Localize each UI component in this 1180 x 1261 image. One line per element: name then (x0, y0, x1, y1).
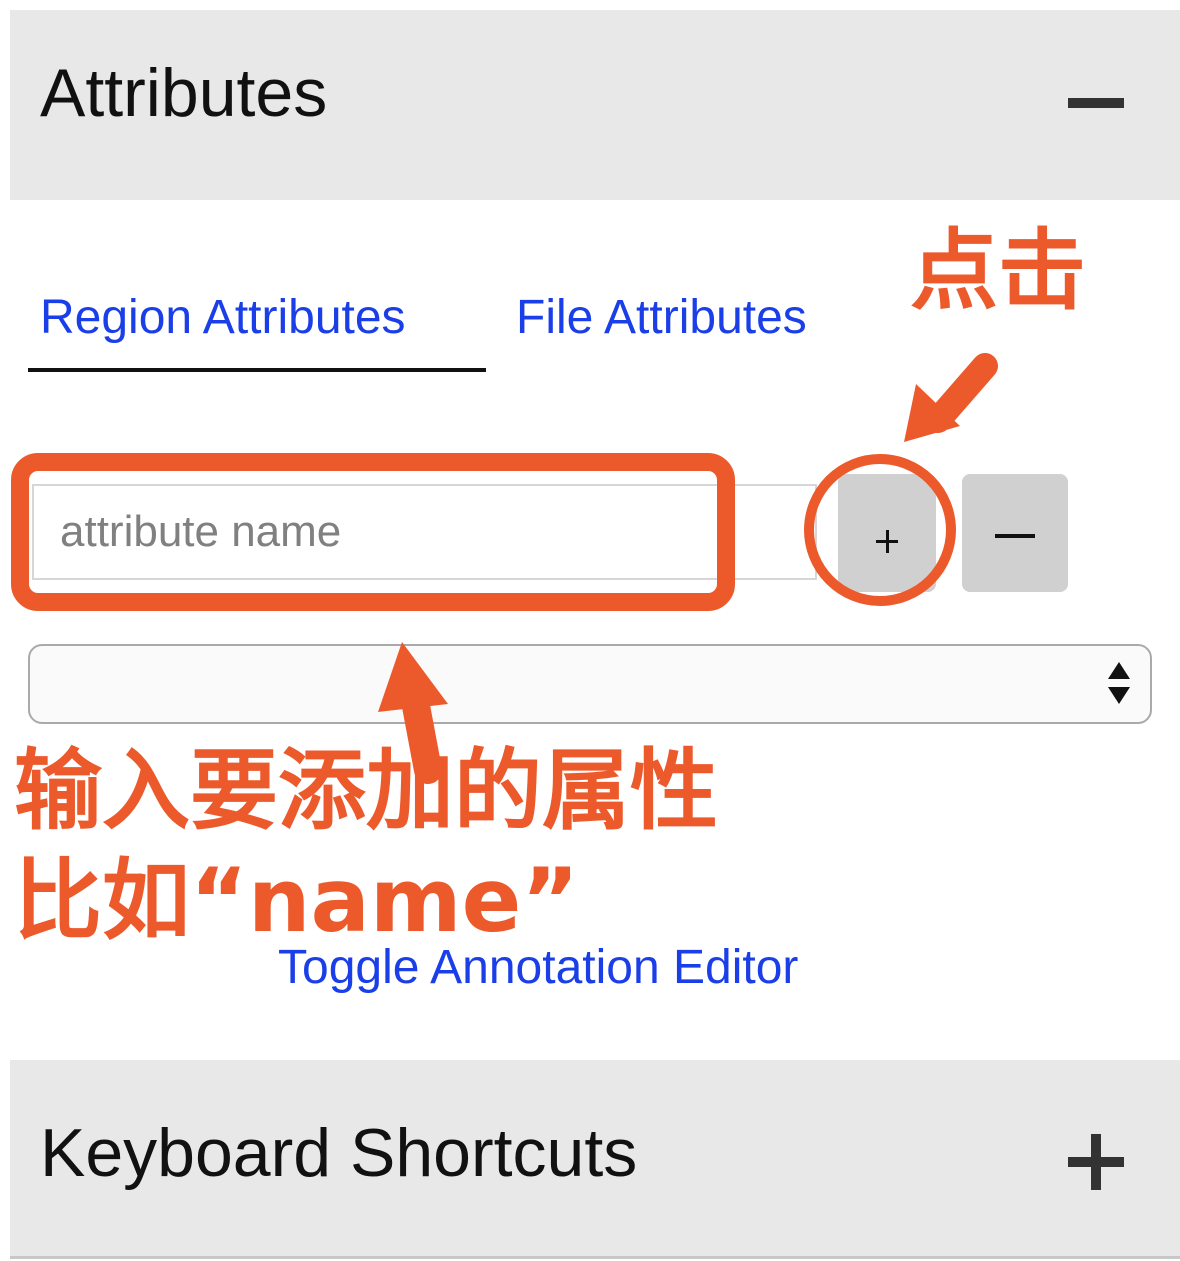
annotation-input-hint-line1: 输入要添加的属性 (14, 739, 719, 842)
attribute-select[interactable] (28, 644, 1152, 724)
select-arrows-icon (1108, 662, 1130, 708)
add-attribute-button[interactable] (838, 474, 936, 592)
annotation-input-hint-line2: 比如“name” (14, 849, 580, 952)
keyboard-shortcuts-section-header[interactable]: Keyboard Shortcuts (10, 1060, 1180, 1259)
attributes-section-title: Attributes (40, 55, 328, 131)
tab-file-attributes[interactable]: File Attributes (516, 290, 807, 345)
active-tab-indicator (28, 368, 486, 372)
attributes-panel: Attributes Region Attributes File Attrib… (10, 10, 1180, 1261)
tab-region-attributes[interactable]: Region Attributes (40, 290, 406, 345)
annotation-click-hint: 点击 (910, 219, 1087, 322)
attribute-name-input[interactable] (32, 484, 817, 580)
keyboard-shortcuts-title: Keyboard Shortcuts (40, 1115, 638, 1191)
minus-icon[interactable] (1068, 98, 1124, 108)
plus-icon[interactable] (1068, 1134, 1124, 1190)
remove-attribute-button[interactable] (962, 474, 1068, 592)
attributes-section-header[interactable]: Attributes (10, 10, 1180, 200)
